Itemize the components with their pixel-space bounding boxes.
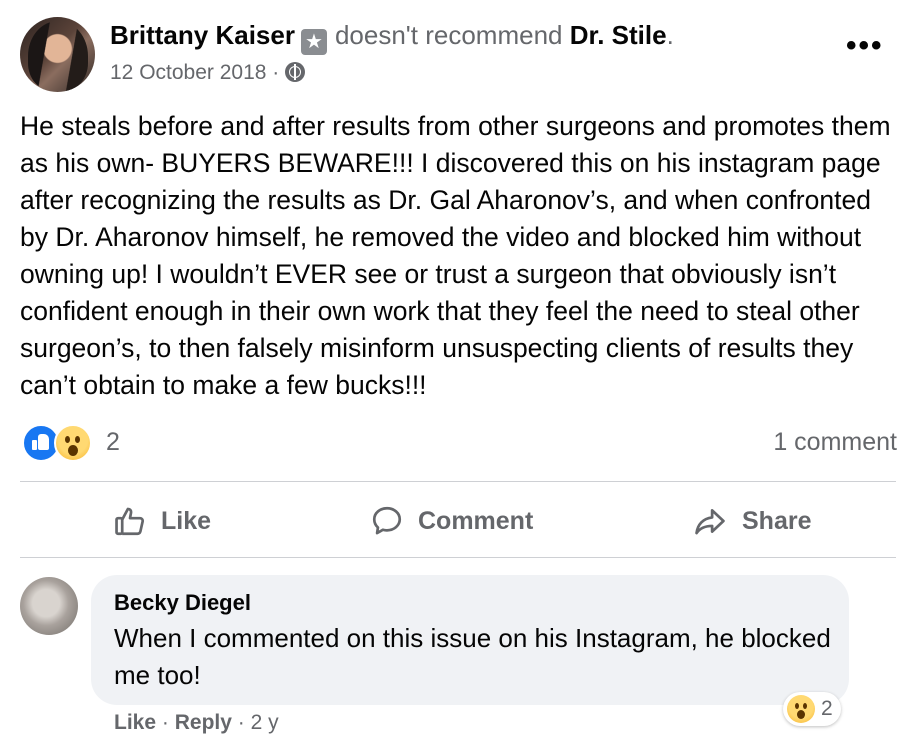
post-date[interactable]: 12 October 2018	[110, 61, 266, 84]
comment-reply-link[interactable]: Reply	[175, 711, 232, 734]
review-badge-icon: ★	[300, 29, 327, 55]
target-suffix: .	[666, 20, 674, 50]
post-body: He steals before and after results from …	[20, 111, 891, 400]
comment-reaction-count: 2	[821, 697, 833, 720]
more-options-icon[interactable]: •••	[846, 31, 884, 61]
share-button[interactable]: Share	[692, 498, 811, 544]
comment-age[interactable]: 2 y	[251, 711, 279, 734]
post-meta: 12 October 2018 ·	[110, 58, 306, 88]
reviewed-page-link[interactable]: Dr. Stile	[570, 20, 667, 50]
wow-reaction-icon	[54, 424, 92, 462]
comment-count[interactable]: 1 comment	[773, 428, 897, 457]
thumbs-up-icon	[115, 507, 145, 536]
comment-actions: Like · Reply · 2 y	[114, 711, 279, 735]
comment-like-link[interactable]: Like	[114, 711, 156, 734]
like-button-label: Like	[161, 506, 212, 535]
comment-reaction-summary[interactable]: 2	[783, 692, 841, 726]
author-avatar[interactable]	[20, 17, 95, 92]
globe-icon	[285, 62, 306, 82]
comment-button-label: Comment	[418, 506, 534, 535]
like-button[interactable]: Like	[113, 498, 211, 544]
review-verb: doesn't recommend	[334, 20, 563, 50]
meta-separator: ·	[272, 61, 280, 84]
commenter-name[interactable]: Becky Diegel	[114, 590, 251, 616]
review-post: Brittany Kaiser ★ doesn't recommend Dr. St…	[0, 0, 911, 746]
comment-text: When I commented on this issue on his In…	[114, 623, 831, 690]
post-header: Brittany Kaiser ★ doesn't recommend Dr. St…	[110, 18, 674, 55]
divider	[20, 481, 896, 482]
comment-age-separator: ·	[237, 711, 245, 734]
wow-reaction-icon	[787, 695, 815, 723]
divider	[20, 557, 896, 558]
commenter-avatar[interactable]	[20, 577, 78, 635]
share-button-label: Share	[742, 506, 812, 535]
share-arrow-icon	[695, 509, 725, 535]
author-name[interactable]: Brittany Kaiser	[110, 20, 295, 50]
reaction-count[interactable]: 2	[106, 428, 120, 457]
comment-button[interactable]: Comment	[370, 498, 533, 544]
comment-bubble-icon	[372, 506, 402, 535]
comment-action-separator: ·	[161, 711, 169, 734]
